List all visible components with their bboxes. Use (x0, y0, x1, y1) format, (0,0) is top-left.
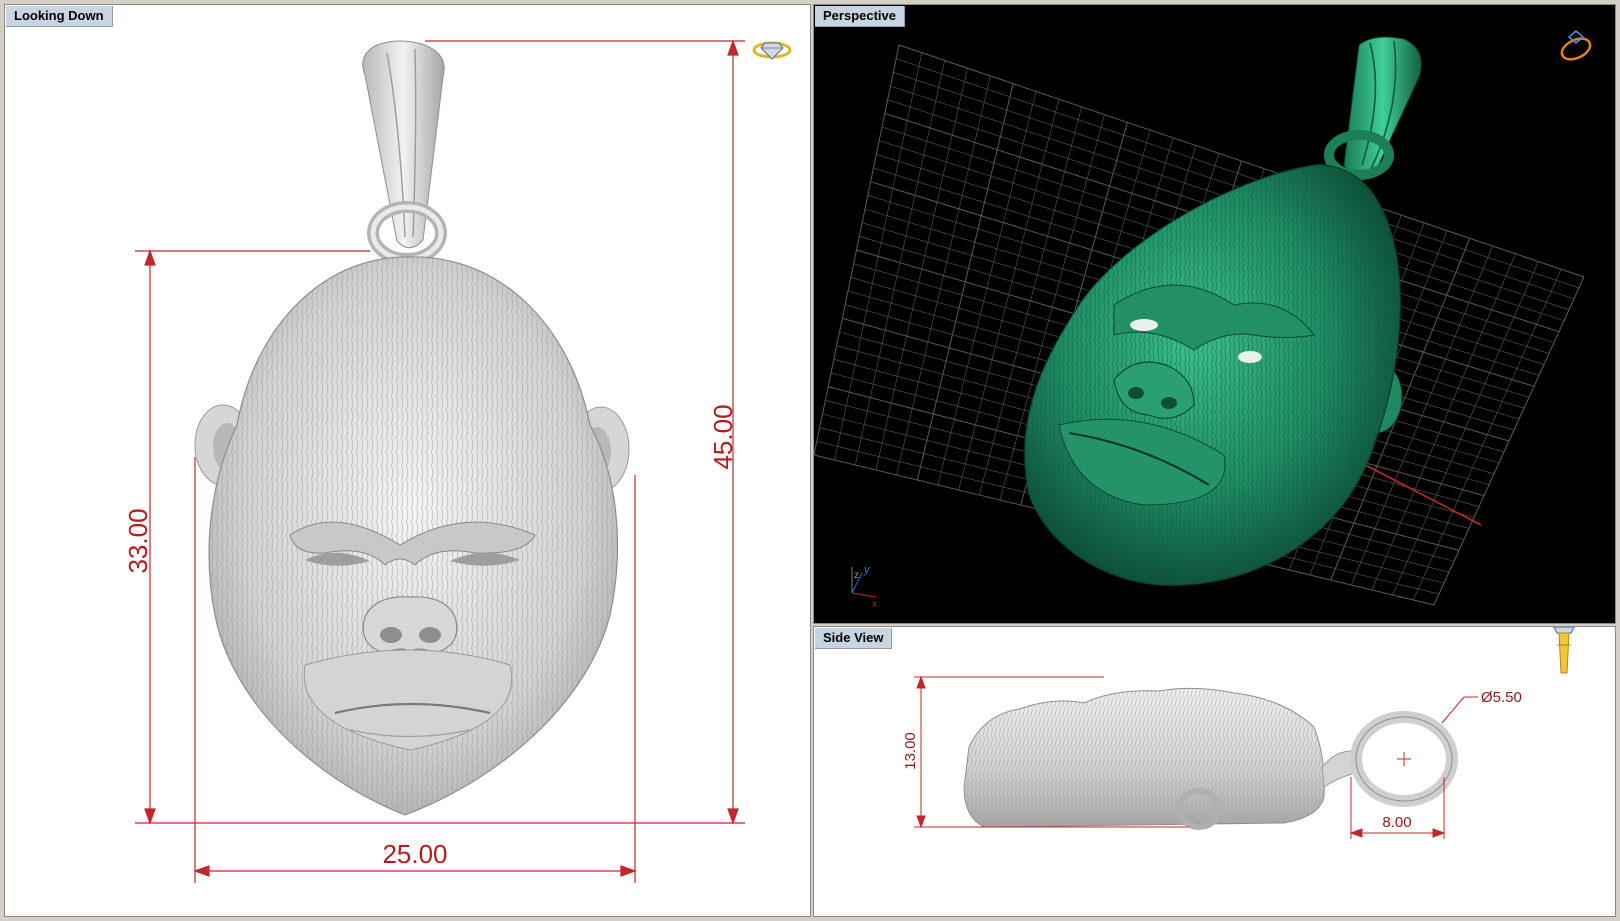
ring-icon[interactable] (1556, 27, 1596, 63)
viewport-looking-down[interactable]: Looking Down 45.00 33.00 25.00 (4, 4, 811, 917)
viewport-label-perspective[interactable]: Perspective (815, 6, 905, 27)
gem-ring-icon[interactable] (751, 37, 793, 63)
side-view-canvas: 13.00 Ø5.50 8.00 (902, 675, 1522, 839)
axis-z-label: z (854, 570, 859, 581)
dim-head-height: 33.00 (123, 508, 153, 573)
gorilla-head-top (194, 256, 630, 816)
dim-thickness: 13.00 (902, 732, 919, 770)
viewport-perspective[interactable]: Perspective z y x (813, 4, 1616, 624)
dim-width: 25.00 (382, 839, 447, 869)
gorilla-head-perspective (1024, 164, 1403, 587)
viewport-label-side-view[interactable]: Side View (815, 628, 893, 649)
grid-line (1433, 276, 1585, 606)
axis-x-label: x (872, 599, 877, 610)
pendant-bail (362, 40, 447, 265)
dim-bail-diameter: Ø5.50 (1481, 689, 1522, 706)
pendant-bail-perspective (1324, 36, 1422, 180)
pendant-icon[interactable] (1549, 626, 1579, 679)
axis-indicator: z y x (851, 564, 877, 610)
viewport-label-looking-down[interactable]: Looking Down (6, 6, 113, 27)
axis-y-label: y (863, 564, 871, 576)
top-view-canvas: 45.00 33.00 25.00 (123, 39, 745, 883)
dim-total-height: 45.00 (708, 404, 738, 469)
pendant-side-profile (963, 687, 1458, 830)
perspective-canvas: z y x (814, 36, 1585, 610)
dim-bail-width: 8.00 (1382, 814, 1411, 831)
viewport-side-view[interactable]: Side View 13.00 Ø5.50 8.00 (813, 626, 1616, 917)
grid-line (1413, 269, 1562, 601)
